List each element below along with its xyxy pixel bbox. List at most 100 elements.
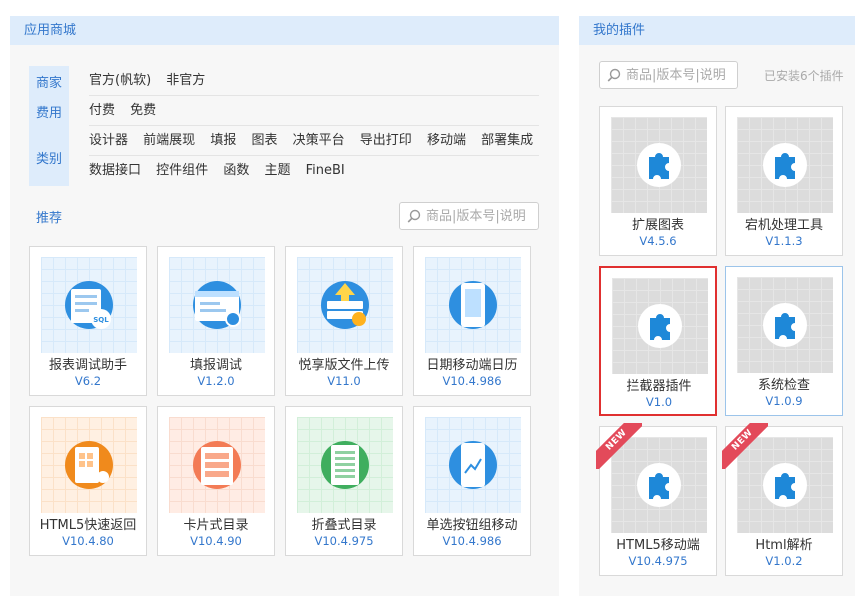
filter-option[interactable]: 控件组件 [156, 163, 208, 178]
filter-option[interactable]: 付费 [89, 103, 115, 118]
card-version: V1.0.9 [765, 394, 803, 408]
svg-text:SQL: SQL [93, 316, 109, 324]
filter-option[interactable]: 免费 [130, 103, 156, 118]
form-debug-icon [193, 281, 241, 329]
card-thumbnail [297, 257, 393, 353]
store-search-input[interactable] [426, 207, 536, 225]
card-name: 卡片式目录 [183, 518, 249, 533]
card-name: 扩展图表 [631, 218, 684, 233]
plugin-card[interactable]: 系统检查 V1.0.9 [725, 266, 843, 416]
store-card[interactable]: 折叠式目录 V10.4.975 [285, 406, 403, 556]
filter-row-price: 付费 免费 [89, 96, 539, 126]
filter-option[interactable]: 部署集成 [481, 133, 533, 148]
plugin-card[interactable]: HTML5移动端 V10.4.975 NEW [596, 423, 717, 576]
card-thumbnail [611, 117, 707, 213]
filter-option[interactable]: 数据接口 [89, 163, 141, 178]
filter-option[interactable]: 导出打印 [360, 133, 412, 148]
card-version: V4.5.6 [639, 234, 677, 248]
filter-row-vendor: 官方(帆软) 非官方 [89, 66, 539, 96]
card-version: V10.4.975 [628, 554, 688, 568]
store-card[interactable]: 卡片式目录 V10.4.90 [157, 406, 275, 556]
plugin-card[interactable]: 扩展图表 V4.5.6 [599, 106, 717, 256]
store-card[interactable]: 日期移动端日历 V10.4.986 [413, 246, 531, 396]
store-card[interactable]: 悦享版文件上传 V11.0 [285, 246, 403, 396]
card-thumbnail [425, 417, 521, 513]
filter-row-category-1: 设计器 前端展现 填报 图表 决策平台 导出打印 移动端 部署集成 [89, 126, 539, 156]
card-version: V1.0 [645, 395, 673, 409]
filter-option[interactable]: 官方(帆软) [89, 73, 151, 88]
card-version: V1.1.3 [765, 234, 803, 248]
store-title: 应用商城 [10, 16, 559, 45]
mobile-calendar-icon [449, 281, 497, 329]
store-search-box[interactable] [399, 202, 539, 230]
card-name: 悦享版文件上传 [298, 358, 390, 373]
card-name: Html解析 [755, 538, 813, 553]
card-version: V11.0 [327, 374, 361, 388]
filter-row-category-2: 数据接口 控件组件 函数 主题 FineBI [89, 156, 539, 186]
puzzle-icon [763, 303, 807, 347]
card-name: HTML5移动端 [616, 538, 700, 553]
card-version: V10.4.975 [314, 534, 374, 548]
plugin-card[interactable]: 拦截器插件 V1.0 [599, 266, 717, 416]
app-root: 应用商城 商家 费用 类别 官方(帆软) 非官方 付费 免费 设计器 前端展现 … [0, 0, 855, 596]
card-version: V6.2 [74, 374, 102, 388]
my-plugins-panel: 我的插件 已安装6个插件 扩展图表V4.5.6 宕机处理工具V1.1.3 拦截器… [579, 16, 855, 596]
html5-quick-return-icon [65, 441, 113, 489]
filter-label-price: 费用 [35, 106, 62, 121]
puzzle-icon [638, 304, 682, 348]
card-name: HTML5快速返回 [39, 518, 137, 533]
filter-option[interactable]: 设计器 [89, 133, 128, 148]
card-name: 单选按钮组移动 [426, 518, 518, 533]
card-version: V1.2.0 [197, 374, 235, 388]
card-name: 报表调试助手 [48, 358, 127, 373]
card-thumbnail [169, 257, 265, 353]
card-version: V10.4.986 [442, 534, 502, 548]
new-badge: NEW [596, 423, 642, 469]
sql-report-icon: SQL [65, 281, 113, 329]
card-name: 系统检查 [757, 378, 810, 393]
installed-count: 已安装6个插件 [764, 69, 844, 83]
store-card[interactable]: 填报调试 V1.2.0 [157, 246, 275, 396]
search-icon [607, 68, 621, 82]
fold-catalog-icon [321, 441, 369, 489]
plugin-card[interactable]: Html解析 V1.0.2 NEW [722, 423, 843, 576]
store-card[interactable]: SQL 报表调试助手 V6.2 [29, 246, 147, 396]
store-panel: 应用商城 商家 费用 类别 官方(帆软) 非官方 付费 免费 设计器 前端展现 … [10, 16, 559, 596]
plugin-search-box[interactable] [599, 61, 738, 89]
card-name: 填报调试 [189, 358, 242, 373]
card-thumbnail: SQL [41, 257, 137, 353]
store-card[interactable]: HTML5快速返回 V10.4.80 [29, 406, 147, 556]
filter-option[interactable]: 移动端 [427, 133, 466, 148]
card-name: 拦截器插件 [626, 379, 692, 394]
card-thumbnail [612, 278, 708, 374]
recommend-title: 推荐 [36, 211, 63, 226]
new-badge-label: NEW [596, 423, 642, 469]
filter-labels: 商家 费用 类别 [29, 66, 69, 186]
card-name: 宕机处理工具 [744, 218, 823, 233]
store-card[interactable]: 单选按钮组移动 V10.4.986 [413, 406, 531, 556]
file-upload-icon [321, 281, 369, 329]
filter-label-vendor: 商家 [35, 76, 62, 91]
card-thumbnail [737, 277, 833, 373]
filter-option[interactable]: FineBI [306, 163, 345, 178]
filter-option[interactable]: 主题 [264, 163, 290, 178]
plugin-card[interactable]: 宕机处理工具 V1.1.3 [725, 106, 843, 256]
filter-option[interactable]: 填报 [210, 133, 236, 148]
card-name: 日期移动端日历 [426, 358, 518, 373]
card-thumbnail [41, 417, 137, 513]
filter-option[interactable]: 图表 [251, 133, 277, 148]
card-version: V1.0.2 [765, 554, 803, 568]
card-thumbnail [425, 257, 521, 353]
filter-option[interactable]: 前端展现 [143, 133, 195, 148]
card-version: V10.4.986 [442, 374, 502, 388]
filter-option[interactable]: 非官方 [166, 73, 205, 88]
card-catalog-icon [193, 441, 241, 489]
filter-option[interactable]: 决策平台 [293, 133, 345, 148]
card-version: V10.4.80 [62, 534, 114, 548]
puzzle-icon [763, 143, 807, 187]
card-thumbnail [737, 117, 833, 213]
card-version: V10.4.90 [190, 534, 242, 548]
filter-option[interactable]: 函数 [223, 163, 249, 178]
card-name: 折叠式目录 [311, 518, 377, 533]
plugin-search-input[interactable] [626, 66, 736, 84]
